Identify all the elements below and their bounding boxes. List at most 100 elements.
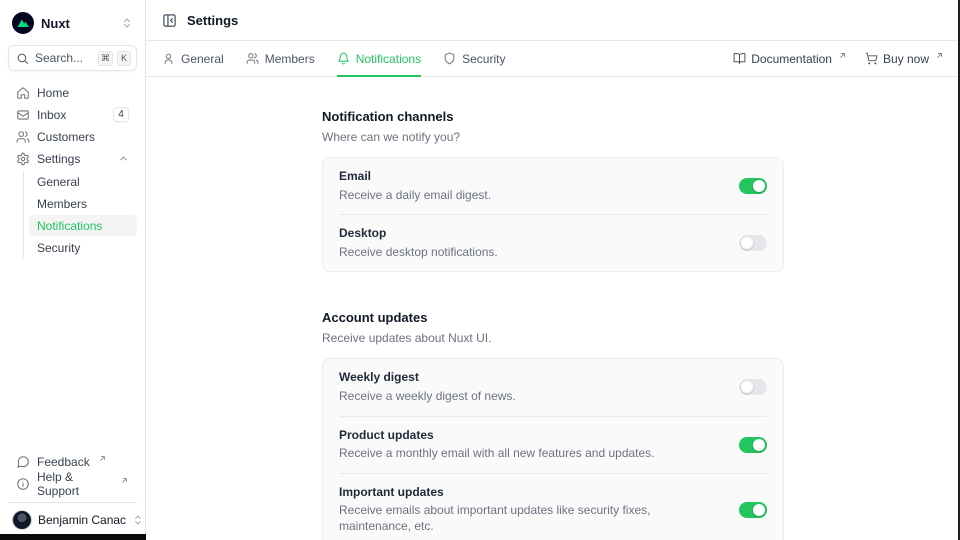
users-icon xyxy=(16,130,30,144)
desktop-toggle[interactable] xyxy=(739,235,767,251)
workspace-name: Nuxt xyxy=(41,16,70,31)
setting-title: Product updates xyxy=(339,428,723,444)
section-description: Receive updates about Nuxt UI. xyxy=(322,331,784,345)
kbd-meta: ⌘ xyxy=(98,51,113,66)
tab-general[interactable]: General xyxy=(162,41,224,76)
sidebar-item-customers[interactable]: Customers xyxy=(8,126,137,147)
message-icon xyxy=(16,455,30,469)
tab-label: Security xyxy=(462,52,505,66)
user-name: Benjamin Canac xyxy=(38,513,126,527)
sub-item-label: Notifications xyxy=(37,219,102,233)
cart-icon xyxy=(865,52,878,65)
inbox-icon xyxy=(16,108,30,122)
setting-description: Receive a weekly digest of news. xyxy=(339,389,723,405)
setting-row-product-updates: Product updates Receive a monthly email … xyxy=(323,417,783,473)
tab-notifications[interactable]: Notifications xyxy=(337,41,421,76)
sidebar-subitem-notifications[interactable]: Notifications xyxy=(29,215,137,236)
nuxt-logo-icon xyxy=(12,12,34,34)
workspace-switcher[interactable]: Nuxt xyxy=(8,10,137,36)
sidebar-item-settings[interactable]: Settings xyxy=(8,148,137,169)
chevrons-up-down-icon xyxy=(132,514,144,526)
product-updates-toggle[interactable] xyxy=(739,437,767,453)
setting-description: Receive a daily email digest. xyxy=(339,188,723,204)
bell-icon xyxy=(337,52,350,65)
setting-row-email: Email Receive a daily email digest. xyxy=(323,158,783,214)
settings-card: Email Receive a daily email digest. Desk… xyxy=(322,157,784,272)
section-notification-channels: Notification channels Where can we notif… xyxy=(322,109,784,272)
important-updates-toggle[interactable] xyxy=(739,502,767,518)
search-input[interactable]: Search... ⌘ K xyxy=(8,45,137,71)
sidebar-footer: Feedback Help & Support Benjamin Canac xyxy=(8,451,137,532)
inbox-count-badge: 4 xyxy=(113,107,129,122)
user-menu[interactable]: Benjamin Canac xyxy=(8,502,137,532)
shield-icon xyxy=(443,52,456,65)
main-panel: Settings General Members Notifications xyxy=(146,0,960,540)
footer-item-label: Help & Support xyxy=(37,470,112,498)
app-window: Nuxt Search... ⌘ K Home xyxy=(0,0,960,540)
setting-description: Receive emails about important updates l… xyxy=(339,503,723,534)
buy-now-link[interactable]: Buy now xyxy=(865,52,944,66)
external-link-icon xyxy=(98,454,107,463)
section-title: Notification channels xyxy=(322,109,784,124)
setting-description: Receive desktop notifications. xyxy=(339,245,723,261)
setting-title: Desktop xyxy=(339,226,723,242)
tabbar-actions: Documentation Buy now xyxy=(733,41,944,76)
search-icon xyxy=(16,52,29,65)
section-title: Account updates xyxy=(322,310,784,325)
sidebar-item-label: Customers xyxy=(37,130,95,144)
sidebar: Nuxt Search... ⌘ K Home xyxy=(0,0,146,540)
documentation-link[interactable]: Documentation xyxy=(733,52,847,66)
sidebar-item-label: Home xyxy=(37,86,69,100)
footer-item-label: Feedback xyxy=(37,455,90,469)
info-icon xyxy=(16,477,30,491)
tab-label: Members xyxy=(265,52,315,66)
settings-sub-list: General Members Notifications Security xyxy=(23,171,137,258)
section-account-updates: Account updates Receive updates about Nu… xyxy=(322,310,784,540)
sub-item-label: Members xyxy=(37,197,87,211)
window-bottom-edge xyxy=(0,534,146,540)
setting-title: Email xyxy=(339,169,723,185)
tab-label: Notifications xyxy=(356,52,421,66)
users-icon xyxy=(246,52,259,65)
setting-row-important-updates: Important updates Receive emails about i… xyxy=(323,474,783,540)
setting-title: Weekly digest xyxy=(339,370,723,386)
search-placeholder: Search... xyxy=(35,51,92,65)
tab-label: General xyxy=(181,52,224,66)
tab-security[interactable]: Security xyxy=(443,41,505,76)
weekly-digest-toggle[interactable] xyxy=(739,379,767,395)
page-title: Settings xyxy=(187,13,238,28)
book-icon xyxy=(733,52,746,65)
kbd-k: K xyxy=(117,51,131,66)
sidebar-item-label: Settings xyxy=(37,152,80,166)
external-link-icon xyxy=(838,51,847,60)
sidebar-subitem-security[interactable]: Security xyxy=(29,237,137,258)
action-label: Buy now xyxy=(883,52,929,66)
settings-content: Notification channels Where can we notif… xyxy=(146,77,960,540)
chevron-up-icon xyxy=(118,153,129,164)
settings-card: Weekly digest Receive a weekly digest of… xyxy=(322,358,784,540)
tab-members[interactable]: Members xyxy=(246,41,315,76)
section-description: Where can we notify you? xyxy=(322,130,784,144)
setting-title: Important updates xyxy=(339,485,723,501)
sub-item-label: Security xyxy=(37,241,80,255)
sidebar-collapse-icon[interactable] xyxy=(162,13,177,28)
external-link-icon xyxy=(120,476,129,485)
chevrons-up-down-icon xyxy=(121,17,133,29)
setting-description: Receive a monthly email with all new fea… xyxy=(339,446,723,462)
page-header: Settings xyxy=(146,0,960,41)
sidebar-subitem-general[interactable]: General xyxy=(29,171,137,192)
external-link-icon xyxy=(935,51,944,60)
setting-row-desktop: Desktop Receive desktop notifications. xyxy=(323,215,783,271)
action-label: Documentation xyxy=(751,52,832,66)
sidebar-subitem-members[interactable]: Members xyxy=(29,193,137,214)
sidebar-nav: Home Inbox 4 Customers Settings xyxy=(8,82,137,259)
help-support-link[interactable]: Help & Support xyxy=(8,473,137,494)
sub-item-label: General xyxy=(37,175,80,189)
setting-row-weekly-digest: Weekly digest Receive a weekly digest of… xyxy=(323,359,783,415)
sidebar-item-home[interactable]: Home xyxy=(8,82,137,103)
settings-tabbar: General Members Notifications Security xyxy=(146,41,960,77)
sidebar-item-inbox[interactable]: Inbox 4 xyxy=(8,104,137,125)
sidebar-item-label: Inbox xyxy=(37,108,66,122)
avatar xyxy=(12,510,32,530)
email-toggle[interactable] xyxy=(739,178,767,194)
